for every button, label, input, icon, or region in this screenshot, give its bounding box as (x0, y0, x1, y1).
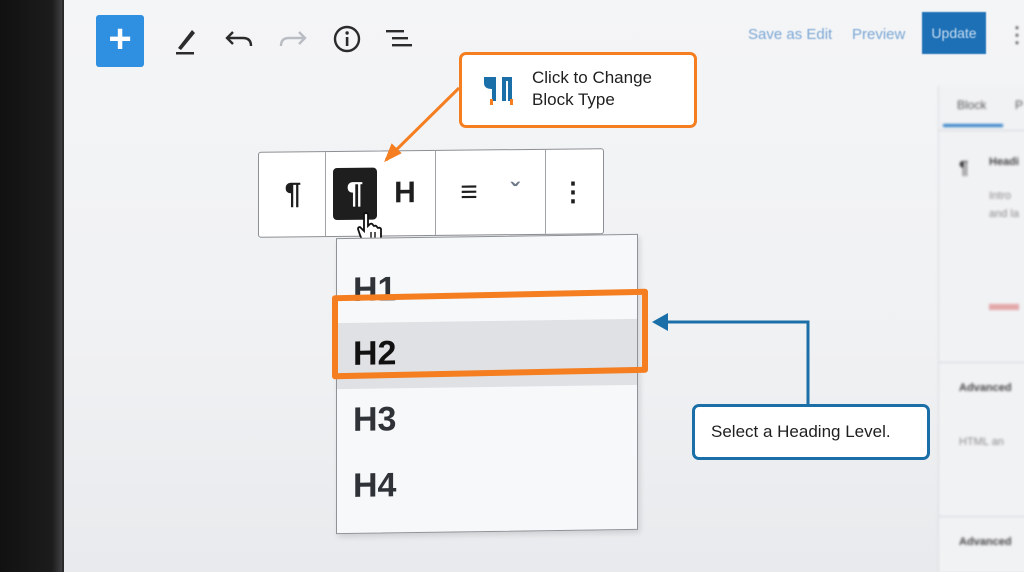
change-block-type-callout: Click to Change Block Type (459, 52, 697, 128)
editor-screen: + Save as Edit Preview Update ⋮ Block P … (62, 0, 1024, 572)
select-heading-callout: Select a Heading Level. (692, 404, 930, 460)
block-type-icon (480, 71, 516, 109)
callout-text: Click to Change Block Type (532, 68, 653, 109)
callout-text: Select a Heading Level. (711, 422, 891, 441)
